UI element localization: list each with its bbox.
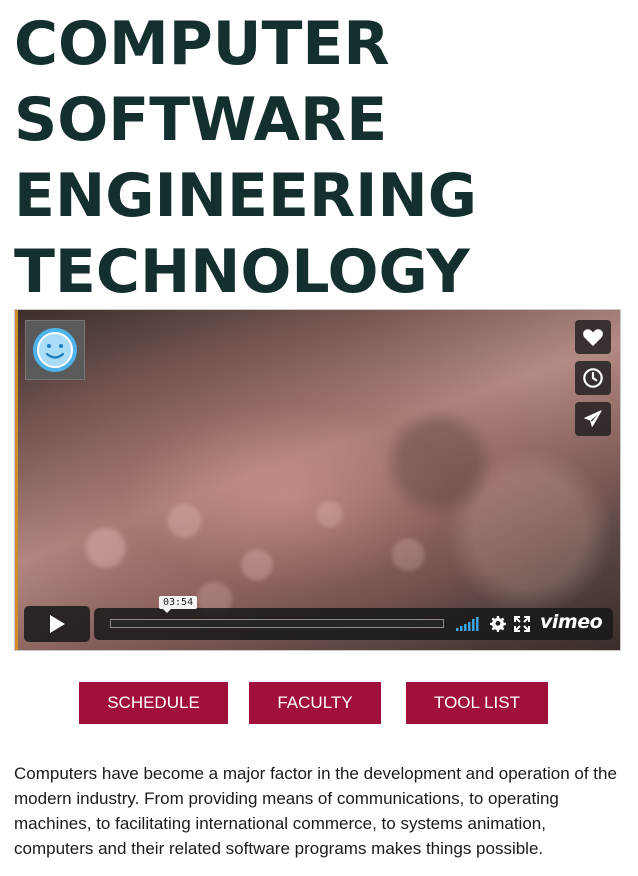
share-button[interactable] [575, 402, 611, 436]
fullscreen-icon[interactable] [514, 616, 530, 632]
vimeo-logo[interactable]: vimeo [540, 611, 603, 633]
settings-gear-icon[interactable] [489, 615, 507, 633]
video-controls: 03:54 vimeo [24, 596, 613, 642]
smiley-avatar-icon [33, 328, 77, 372]
play-button[interactable] [24, 606, 90, 642]
play-icon [50, 615, 65, 633]
nav-button-row: SCHEDULE FACULTY TOOL LIST [0, 682, 638, 724]
video-edge-accent [15, 310, 18, 650]
video-frame [15, 310, 620, 650]
video-player[interactable]: 03:54 vimeo [14, 309, 621, 651]
tool-list-button[interactable]: TOOL LIST [406, 682, 548, 724]
control-bar: 03:54 vimeo [94, 596, 613, 640]
page: COMPUTER SOFTWARE ENGINEERING TECHNOLOGY [0, 0, 638, 876]
volume-icon[interactable] [456, 616, 480, 632]
schedule-button[interactable]: SCHEDULE [79, 682, 228, 724]
title-line: ENGINEERING [14, 161, 477, 231]
faculty-button[interactable]: FACULTY [249, 682, 381, 724]
watch-later-button[interactable] [575, 361, 611, 395]
heart-icon [583, 329, 603, 347]
progress-bar[interactable] [110, 619, 444, 628]
title-line: TECHNOLOGY [14, 237, 470, 307]
paper-plane-icon [584, 410, 602, 427]
title-line: SOFTWARE [14, 85, 388, 155]
program-description: Computers have become a major factor in … [14, 764, 617, 858]
clock-icon [583, 368, 603, 388]
channel-avatar[interactable] [25, 320, 85, 380]
title-line: COMPUTER [14, 9, 390, 79]
time-display: 03:54 [159, 596, 198, 613]
like-button[interactable] [575, 320, 611, 354]
page-title: COMPUTER SOFTWARE ENGINEERING TECHNOLOGY [14, 6, 477, 310]
